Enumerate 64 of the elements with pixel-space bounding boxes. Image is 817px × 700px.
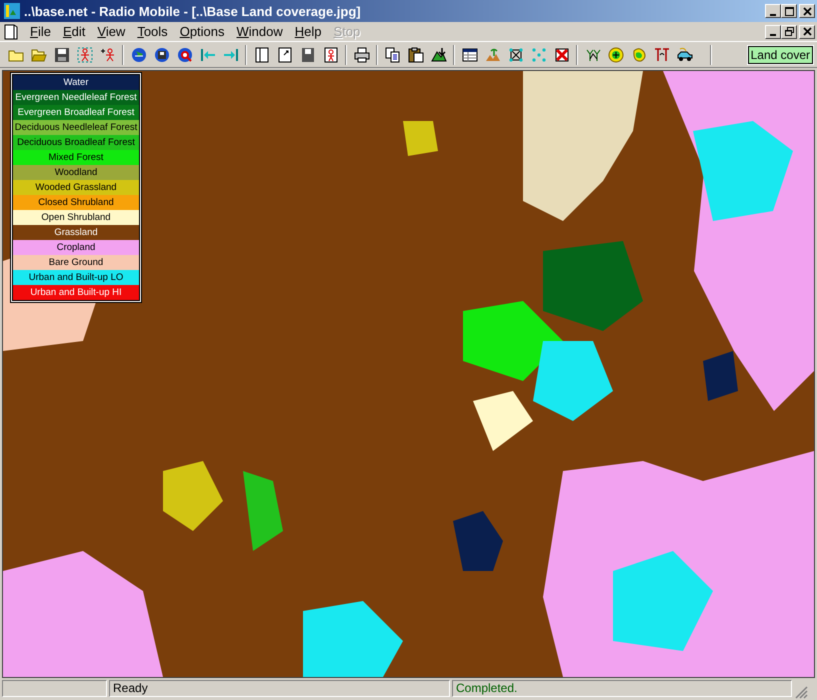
- menu-item[interactable]: Edit: [56, 23, 92, 40]
- page-figure-icon: [322, 46, 338, 62]
- resize-grip-icon[interactable]: [794, 685, 808, 699]
- legend-item: Grassland: [13, 225, 139, 240]
- figure-icon: [76, 46, 92, 62]
- restore-icon: [784, 27, 794, 36]
- legend-item: Wooded Grassland: [13, 180, 139, 195]
- arrow-to-left-icon: [200, 46, 216, 62]
- mountain-arrow-icon: [430, 46, 446, 62]
- close-button[interactable]: [799, 24, 815, 38]
- blob-plus-icon: [630, 46, 646, 62]
- dots-icon: [530, 46, 546, 62]
- minimize-button[interactable]: [765, 4, 781, 18]
- menu-item[interactable]: Help: [288, 23, 328, 40]
- legend-item: Deciduous Broadleaf Forest: [13, 135, 139, 150]
- close-icon: [802, 6, 812, 16]
- legend-item: Urban and Built-up LO: [13, 270, 139, 285]
- minimize-button[interactable]: [765, 24, 781, 38]
- car-icon: [676, 46, 692, 62]
- clipboard-icon: [408, 46, 424, 62]
- menu-item[interactable]: Window: [230, 23, 289, 40]
- minimize-icon: [770, 14, 776, 16]
- circle-plus-icon: [608, 46, 624, 62]
- antenna-pair-icon: [654, 46, 670, 62]
- maximize-icon: [784, 6, 794, 16]
- restore-button[interactable]: [781, 24, 797, 38]
- open-folder-icon: [30, 46, 46, 62]
- status-pane: Ready: [109, 680, 450, 697]
- floppy-globe-icon: [154, 46, 170, 62]
- cross-square-icon: [554, 46, 570, 62]
- legend-item: Cropland: [13, 240, 139, 255]
- legend-item: Woodland: [13, 165, 139, 180]
- legend-item: Evergreen Broadleaf Forest: [13, 105, 139, 120]
- copy-icon: [384, 46, 400, 62]
- window-title: ..\base.net - Radio Mobile - [..\Base Land coverage.jpg]: [24, 4, 362, 18]
- globe-icon: [130, 46, 146, 62]
- minimize-icon: [770, 34, 776, 36]
- magnifier-globe-icon: [176, 46, 192, 62]
- legend-item: Bare Ground: [13, 255, 139, 270]
- legend-item: Evergreen Needleleaf Forest: [13, 90, 139, 105]
- legend-item: Mixed Forest: [13, 150, 139, 165]
- document-icon[interactable]: [4, 24, 18, 40]
- close-button[interactable]: [799, 4, 815, 18]
- legend-item: Urban and Built-up HI: [13, 285, 139, 300]
- printer-icon: [354, 46, 370, 62]
- arrow-to-right-icon: [222, 46, 238, 62]
- menu-item[interactable]: View: [91, 23, 132, 40]
- legend-item: Water: [13, 75, 139, 90]
- legend-item: Open Shrubland: [13, 210, 139, 225]
- status-pane: Completed.: [452, 680, 792, 697]
- menu-item[interactable]: Options: [174, 23, 231, 40]
- figure-plus-icon: [100, 46, 116, 62]
- close-icon: [802, 27, 812, 36]
- legend-item: Closed Shrubland: [13, 195, 139, 210]
- palm-tree-icon: [484, 46, 500, 62]
- menu-item[interactable]: File: [24, 23, 57, 40]
- legend-item: Deciduous Needleleaf Forest: [13, 120, 139, 135]
- table-icon: [462, 46, 478, 62]
- page-icon: [254, 46, 270, 62]
- menu-item[interactable]: Tools: [131, 23, 174, 40]
- square-nodes-icon: [508, 46, 524, 62]
- maximize-button[interactable]: [781, 4, 797, 18]
- layer-label: Land cover: [748, 46, 813, 64]
- app-icon[interactable]: [4, 3, 20, 19]
